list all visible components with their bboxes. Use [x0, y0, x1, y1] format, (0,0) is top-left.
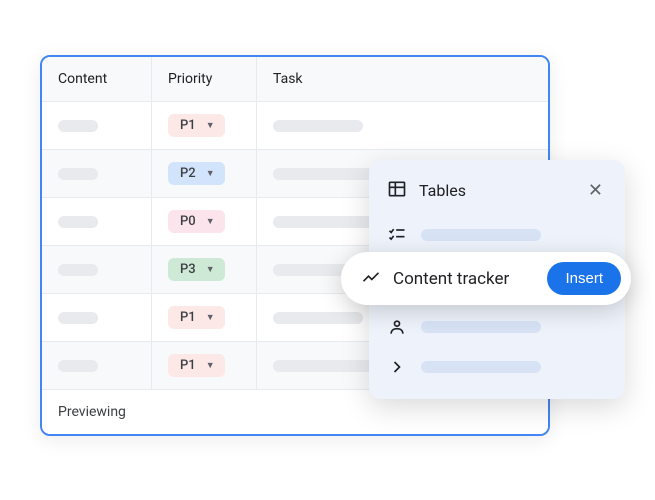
task-placeholder [273, 120, 363, 132]
panel-item-content-tracker[interactable]: Content tracker Insert [341, 252, 631, 305]
priority-label: P1 [180, 118, 196, 133]
table-header: Content Priority Task [42, 57, 548, 102]
priority-chip[interactable]: P0 ▼ [168, 210, 225, 233]
priority-label: P3 [180, 262, 196, 277]
priority-chip[interactable]: P2 ▼ [168, 162, 225, 185]
panel-header: Tables ✕ [369, 176, 625, 215]
panel-item-placeholder [421, 321, 541, 333]
priority-label: P1 [180, 310, 196, 325]
chevron-right-icon [387, 357, 407, 377]
chevron-down-icon: ▼ [206, 264, 215, 275]
content-placeholder [58, 360, 98, 372]
panel-selected-label: Content tracker [393, 269, 535, 289]
person-icon [387, 317, 407, 337]
priority-label: P0 [180, 214, 196, 229]
content-placeholder [58, 120, 98, 132]
priority-chip[interactable]: P1 ▼ [168, 354, 225, 377]
chevron-down-icon: ▼ [206, 312, 215, 323]
checklist-icon [387, 225, 407, 245]
chevron-down-icon: ▼ [206, 216, 215, 227]
chevron-down-icon: ▼ [206, 120, 215, 131]
panel-item-person[interactable] [369, 307, 625, 347]
trend-icon [361, 267, 381, 291]
priority-label: P1 [180, 358, 196, 373]
panel-item-placeholder [421, 361, 541, 373]
panel-item-more[interactable] [369, 347, 625, 387]
panel-title-text: Tables [419, 181, 466, 200]
insert-button[interactable]: Insert [547, 262, 621, 295]
table-row[interactable]: P1 ▼ [42, 102, 548, 150]
close-icon[interactable]: ✕ [584, 176, 607, 205]
priority-chip[interactable]: P1 ▼ [168, 306, 225, 329]
task-placeholder [273, 312, 363, 324]
tables-panel: Tables ✕ Content tracker Insert [369, 160, 625, 399]
column-header-content[interactable]: Content [42, 57, 152, 101]
content-placeholder [58, 264, 98, 276]
column-header-priority[interactable]: Priority [152, 57, 257, 101]
content-placeholder [58, 312, 98, 324]
panel-item-placeholder [421, 229, 541, 241]
panel-item-checklist[interactable] [369, 215, 625, 255]
priority-chip[interactable]: P3 ▼ [168, 258, 225, 281]
priority-chip[interactable]: P1 ▼ [168, 114, 225, 137]
content-placeholder [58, 168, 98, 180]
table-icon [387, 179, 407, 203]
priority-label: P2 [180, 166, 196, 181]
column-header-task[interactable]: Task [257, 57, 548, 101]
content-placeholder [58, 216, 98, 228]
chevron-down-icon: ▼ [206, 360, 215, 371]
chevron-down-icon: ▼ [206, 168, 215, 179]
